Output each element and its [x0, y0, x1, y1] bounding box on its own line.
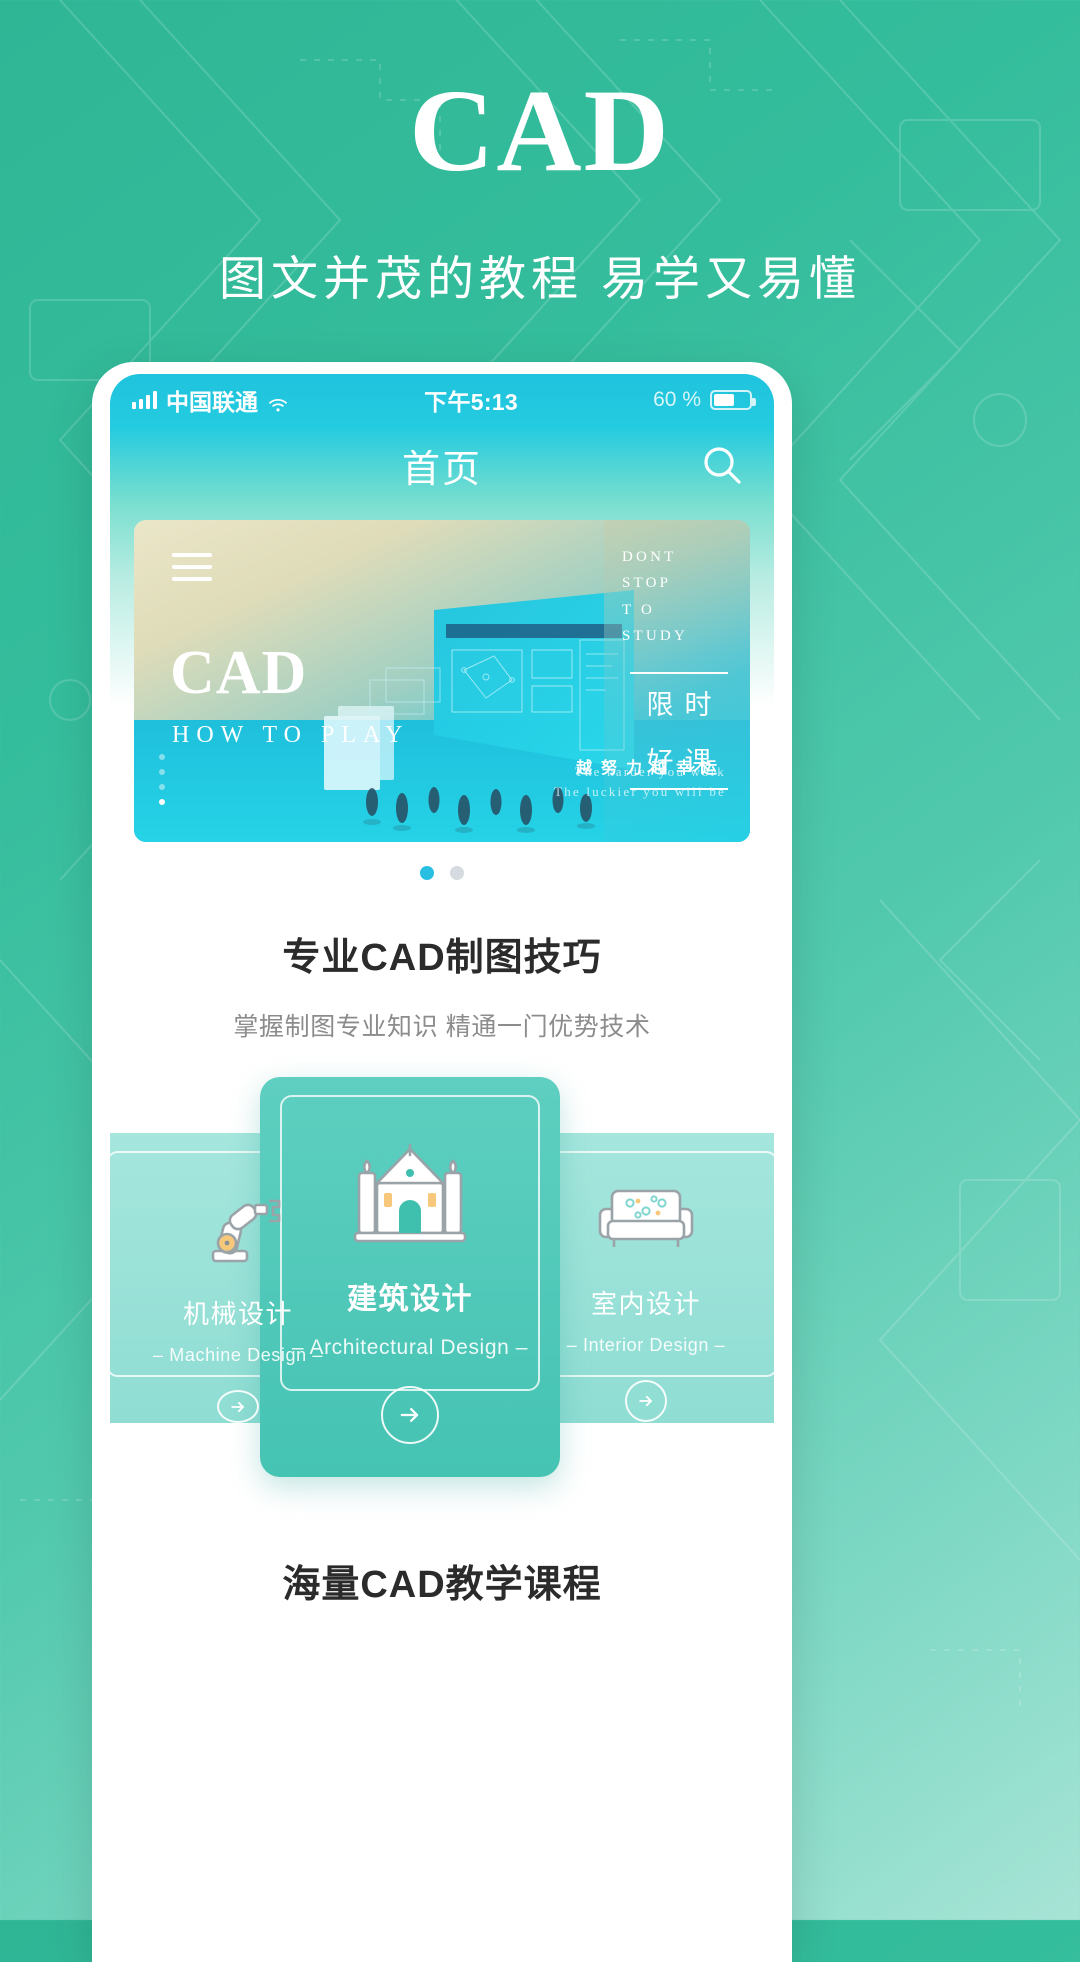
promo-title: CAD: [409, 65, 671, 196]
promo-header: CAD 图文并茂的教程 易学又易懂: [0, 0, 1080, 310]
slogan-en-line2: The luckier you will be: [554, 783, 726, 799]
promo-subtitle: 图文并茂的教程 易学又易懂: [218, 252, 862, 305]
card-subtitle: – Interior Design –: [566, 1335, 726, 1355]
arrow-right-circle-icon[interactable]: [625, 1380, 667, 1422]
banner-subhead: HOW TO PLAY: [172, 722, 410, 748]
promo-banner-card[interactable]: CAD HOW TO PLAY DONT STOP T O STUDY 限时 好…: [134, 520, 750, 842]
side-line-3: STUDY: [622, 627, 689, 644]
carousel-dot-1[interactable]: [450, 866, 464, 880]
design-category-carousel: 机械设计 – Machine Design – 室内设计 – Interior …: [110, 1077, 774, 1497]
search-icon[interactable]: [698, 441, 746, 489]
section-skills: 专业CAD制图技巧 掌握制图专业知识 精通一门优势技术: [110, 880, 774, 1043]
section-subtitle: 掌握制图专业知识 精通一门优势技术: [233, 1013, 651, 1041]
section-title-courses: 海量CAD教学课程: [110, 1497, 774, 1608]
banner-vertical-dots[interactable]: [159, 754, 165, 814]
carrier-label: 中国联通: [166, 389, 258, 415]
banner-headline: CAD: [170, 639, 308, 707]
arrow-right-circle-icon[interactable]: [381, 1386, 439, 1444]
robot-arm-icon: [193, 1181, 283, 1270]
card-title: 建筑设计: [347, 1283, 473, 1316]
carousel-dot-0[interactable]: [420, 866, 434, 880]
phone-screen: 中国联通 下午5:13 60 % 首页 CAD HOW TO PLAY DONT…: [110, 374, 774, 1962]
status-bar: 中国联通 下午5:13 60 %: [110, 374, 774, 426]
badge-line-1: 限时: [646, 690, 723, 720]
card-subtitle: – Architectural Design –: [291, 1336, 529, 1359]
banner-side-text: DONT STOP T O STUDY: [622, 544, 734, 649]
card-architectural-design[interactable]: 建筑设计 – Architectural Design –: [260, 1077, 560, 1477]
carousel-pagination-dots[interactable]: [110, 842, 774, 880]
building-icon: [351, 1139, 469, 1248]
wifi-icon: [267, 392, 289, 412]
banner-slogan-en: The harder you work The luckier you will…: [554, 762, 726, 802]
status-bar-time: 下午5:13: [424, 389, 518, 415]
card-title: 机械设计: [182, 1299, 293, 1329]
phone-mockup: 中国联通 下午5:13 60 % 首页 CAD HOW TO PLAY DONT…: [92, 362, 792, 1962]
sofa-icon: [594, 1181, 698, 1260]
app-nav-bar: 首页: [110, 426, 774, 504]
status-bar-left: 中国联通: [132, 383, 289, 417]
side-line-1: STOP: [622, 575, 672, 592]
status-bar-right: 60 %: [653, 388, 756, 412]
slogan-en-line1: The harder you work: [574, 763, 726, 779]
arrow-right-circle-icon[interactable]: [217, 1390, 259, 1423]
side-line-0: DONT: [622, 549, 677, 565]
battery-percent-label: 60 %: [653, 388, 701, 411]
section-title: 专业CAD制图技巧: [282, 937, 602, 979]
hamburger-menu-icon[interactable]: [172, 553, 212, 589]
signal-bars-icon: [132, 391, 157, 409]
banner-section: CAD HOW TO PLAY DONT STOP T O STUDY 限时 好…: [110, 504, 774, 842]
page-title: 首页: [401, 448, 482, 491]
card-title: 室内设计: [590, 1289, 701, 1319]
side-line-2: T O: [622, 601, 656, 618]
battery-icon: [710, 390, 756, 410]
